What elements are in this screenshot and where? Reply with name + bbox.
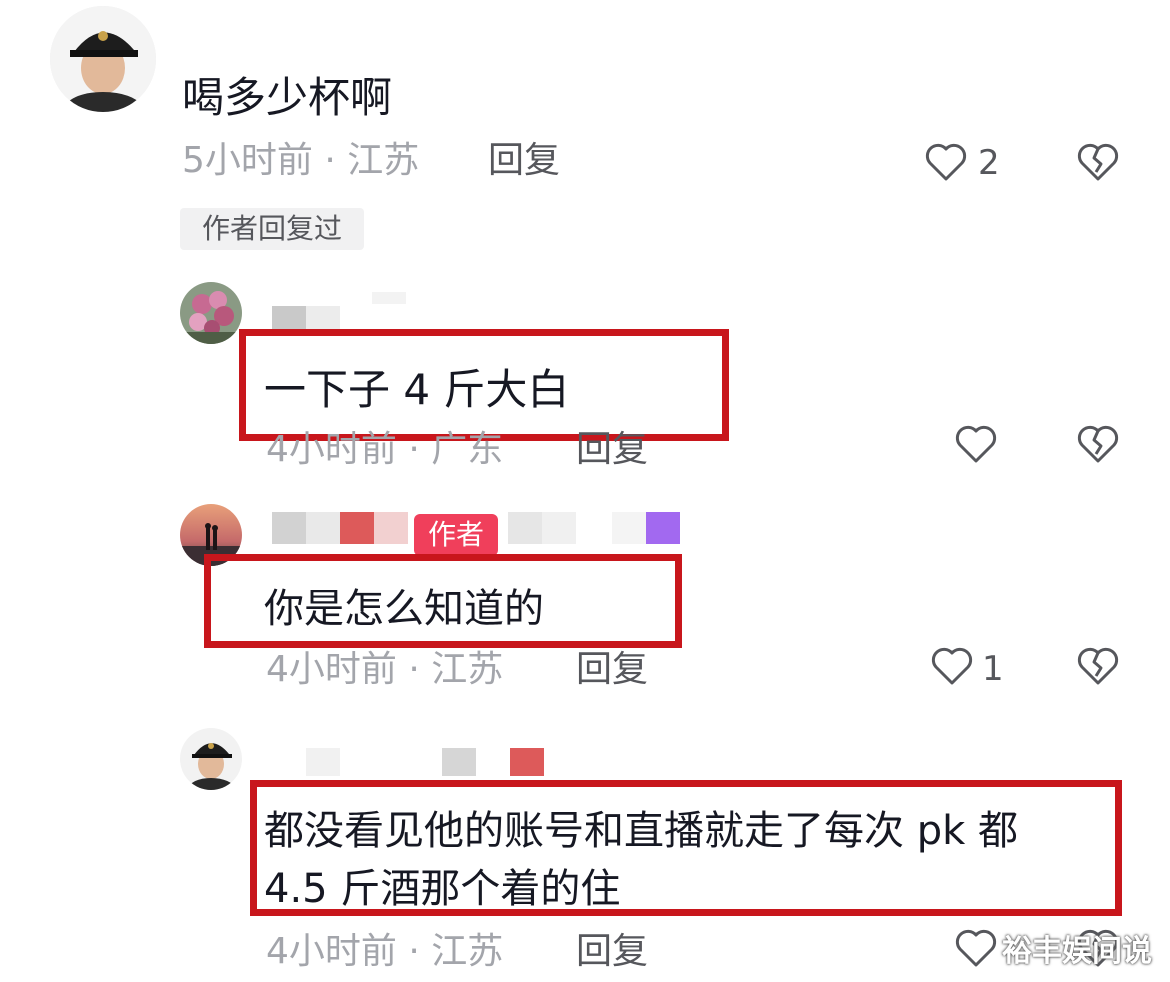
blurred-username: [306, 512, 340, 544]
blurred-username: [442, 748, 476, 776]
heart-outline-icon[interactable]: [954, 928, 998, 968]
reply-button[interactable]: 回复: [576, 432, 648, 468]
like-count: 1: [982, 649, 1004, 689]
blurred-username: [340, 512, 374, 544]
comment-meta: 5小时前 · 江苏: [182, 140, 420, 181]
blurred-username: [646, 512, 680, 544]
comment-text: 你是怎么知道的: [264, 586, 544, 632]
author-badge: 作者: [414, 514, 498, 556]
reply-button[interactable]: 回复: [488, 143, 560, 179]
comment-thread: 喝多少杯啊 5小时前 · 江苏 回复 2 作者回复过 一下子 4 斤大白 4小时…: [0, 0, 1170, 982]
comment-meta: 4小时前 · 广东: [266, 429, 504, 470]
comment-text: 一下子 4 斤大白: [264, 365, 570, 414]
blurred-username: [272, 512, 306, 544]
blurred-username: [510, 748, 544, 776]
author-replied-tag: 作者回复过: [180, 208, 364, 250]
heart-outline-icon[interactable]: [924, 142, 968, 182]
avatar[interactable]: [180, 728, 242, 790]
comment-text-line: 都没看见他的账号和直播就走了每次 pk 都: [264, 808, 1018, 854]
blurred-username: [542, 512, 576, 544]
reply-button[interactable]: 回复: [576, 652, 648, 688]
comment-text: 喝多少杯啊: [182, 73, 393, 122]
blurred-username: [306, 748, 340, 776]
blurred-username: [508, 512, 542, 544]
blurred-username: [372, 292, 406, 304]
avatar[interactable]: [180, 282, 242, 344]
heart-outline-icon[interactable]: [930, 646, 974, 686]
blurred-username: [374, 512, 408, 544]
comment-text-line: 4.5 斤酒那个着的住: [264, 866, 621, 912]
blurred-username: [612, 512, 646, 544]
broken-heart-icon[interactable]: [1076, 142, 1120, 182]
watermark: 裕丰娱间说: [1002, 934, 1152, 969]
reply-button[interactable]: 回复: [576, 934, 648, 970]
comment-meta: 4小时前 · 江苏: [266, 931, 504, 972]
broken-heart-icon[interactable]: [1076, 424, 1120, 464]
broken-heart-icon[interactable]: [1076, 646, 1120, 686]
like-count: 2: [978, 143, 1000, 183]
avatar[interactable]: [50, 6, 156, 112]
comment-meta: 4小时前 · 江苏: [266, 649, 504, 690]
heart-outline-icon[interactable]: [954, 424, 998, 464]
